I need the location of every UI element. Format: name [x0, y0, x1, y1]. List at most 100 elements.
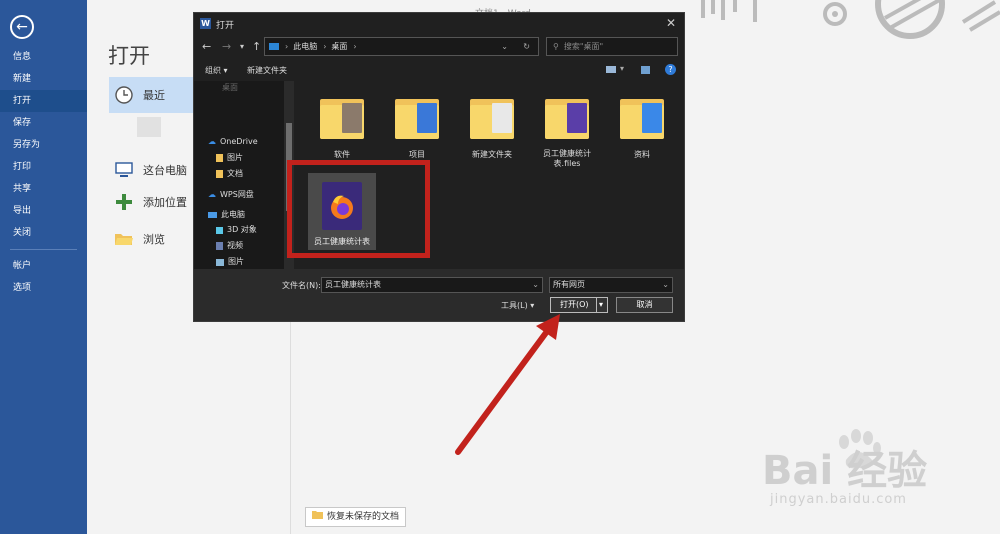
- nav-item-documents[interactable]: 文档: [216, 167, 243, 181]
- organize-label: 组织: [205, 66, 221, 75]
- word-app-icon: W: [200, 18, 211, 29]
- nav-item-this-pc[interactable]: 此电脑: [208, 208, 245, 222]
- nav-label: 文档: [227, 169, 243, 178]
- location-this-pc[interactable]: 这台电脑: [109, 152, 194, 188]
- filetype-select[interactable]: 所有网页 ⌄: [549, 277, 673, 293]
- dialog-titlebar: W 打开 ✕: [194, 13, 684, 35]
- cancel-button[interactable]: 取消: [616, 297, 673, 313]
- nav-item-pictures[interactable]: 图片: [216, 151, 243, 165]
- chevron-down-icon[interactable]: ⌄: [532, 278, 539, 292]
- close-icon[interactable]: ✕: [666, 16, 676, 30]
- file-item-files-folder[interactable]: 员工健康统计表.files: [532, 93, 602, 169]
- back-arrow-icon[interactable]: ←: [10, 15, 34, 39]
- chevron-down-icon[interactable]: ⌄: [501, 42, 508, 51]
- dialog-bottom-bar: 文件名(N): 员工健康统计表 ⌄ 所有网页 ⌄ 工具(L) ▾ 打开(O) ▾…: [194, 269, 684, 321]
- search-icon: ⚲: [553, 42, 559, 51]
- file-item-materials[interactable]: 资料: [607, 93, 677, 160]
- nav-label: 3D 对象: [227, 225, 257, 234]
- breadcrumb-this-pc[interactable]: 此电脑: [293, 41, 317, 52]
- decorative-pattern: [701, 0, 1000, 39]
- blurred-item: [137, 117, 161, 137]
- folder-open-icon: [113, 231, 135, 247]
- sidebar-item-close[interactable]: 关闭: [0, 222, 87, 244]
- nav-label: 图片: [227, 153, 243, 162]
- restore-unsaved-button[interactable]: 恢复未保存的文档: [305, 507, 407, 527]
- sidebar-item-new[interactable]: 新建: [0, 68, 87, 90]
- up-arrow-icon[interactable]: ↑: [252, 40, 261, 53]
- open-button[interactable]: 打开(O) ▾: [550, 297, 608, 313]
- location-add-place[interactable]: 添加位置: [109, 184, 194, 220]
- filename-value: 员工健康统计表: [325, 280, 381, 289]
- folder-icon: [216, 154, 223, 162]
- help-icon[interactable]: ?: [665, 64, 676, 75]
- sidebar-item-save-as[interactable]: 另存为: [0, 134, 87, 156]
- nav-label: OneDrive: [220, 137, 258, 146]
- chevron-down-icon[interactable]: ▾: [620, 64, 624, 73]
- cube-icon: [216, 226, 223, 234]
- tools-menu[interactable]: 工具(L) ▾: [501, 300, 534, 311]
- tools-label: 工具(L): [501, 301, 528, 310]
- folder-icon: [467, 93, 517, 143]
- file-label: 软件: [334, 150, 350, 159]
- sidebar-item-open[interactable]: 打开: [0, 90, 87, 112]
- location-recent[interactable]: 最近: [109, 77, 194, 113]
- file-label: 项目: [409, 150, 425, 159]
- forward-arrow-icon[interactable]: →: [222, 40, 231, 53]
- sidebar-item-options[interactable]: 选项: [0, 277, 87, 299]
- baidu-watermark: Bai 经验 jingyan.baidu.com: [762, 428, 992, 528]
- sidebar-item-print[interactable]: 打印: [0, 156, 87, 178]
- folder-icon: [542, 93, 592, 143]
- filename-input[interactable]: 员工健康统计表 ⌄: [321, 277, 543, 293]
- sidebar-item-share[interactable]: 共享: [0, 178, 87, 200]
- location-browse[interactable]: 浏览: [109, 221, 194, 257]
- page-title: 打开: [108, 44, 150, 68]
- location-browse-label: 浏览: [143, 233, 165, 246]
- back-arrow-icon[interactable]: ←: [202, 40, 211, 53]
- folder-icon: [317, 93, 367, 143]
- backstage-sidebar: ← 信息 新建 打开 保存 另存为 打印 共享 导出 关闭 帐户 选项: [0, 0, 87, 534]
- chevron-down-icon[interactable]: ▾: [599, 298, 603, 312]
- chevron-down-icon[interactable]: ⌄: [662, 278, 669, 292]
- sidebar-item-export[interactable]: 导出: [0, 200, 87, 222]
- dialog-title: 打开: [216, 21, 235, 31]
- nav-label: WPS网盘: [220, 190, 254, 199]
- split-divider: [596, 298, 597, 312]
- pc-icon: [269, 43, 279, 50]
- restore-unsaved-label: 恢复未保存的文档: [327, 512, 400, 522]
- new-folder-button[interactable]: 新建文件夹: [247, 65, 287, 76]
- nav-item-pictures-2[interactable]: 图片: [216, 255, 244, 269]
- nav-item-wps[interactable]: ☁ WPS网盘: [208, 188, 254, 202]
- nav-label: 此电脑: [221, 210, 245, 219]
- open-button-label: 打开(O): [560, 300, 589, 309]
- nav-item-3d-objects[interactable]: 3D 对象: [216, 223, 257, 237]
- address-bar[interactable]: › 此电脑 › 桌面 › ⌄ ↻: [264, 37, 539, 56]
- folder-icon: [392, 93, 442, 143]
- sidebar-item-account[interactable]: 帐户: [0, 255, 87, 277]
- sidebar-item-info[interactable]: 信息: [0, 46, 87, 68]
- watermark-sub: jingyan.baidu.com: [770, 492, 907, 507]
- location-this-pc-label: 这台电脑: [143, 164, 187, 177]
- nav-item-videos[interactable]: 视频: [216, 239, 243, 253]
- breadcrumb-desktop[interactable]: 桌面: [331, 41, 347, 52]
- file-item-software[interactable]: 软件: [307, 93, 377, 160]
- recent-dropdown-icon[interactable]: ▾: [240, 42, 244, 51]
- view-options-icon[interactable]: [606, 66, 616, 73]
- open-file-dialog: W 打开 ✕ ← → ▾ ↑ › 此电脑 › 桌面 › ⌄ ↻ ⚲ 搜索"桌面"…: [193, 12, 685, 322]
- filename-label: 文件名(N):: [282, 281, 321, 290]
- file-item-project[interactable]: 项目: [382, 93, 452, 160]
- organize-button[interactable]: 组织 ▾: [205, 65, 228, 76]
- filetype-value: 所有网页: [553, 280, 585, 289]
- sidebar-item-save[interactable]: 保存: [0, 112, 87, 134]
- clock-icon: [113, 85, 135, 105]
- nav-item-onedrive[interactable]: ☁ OneDrive: [208, 135, 258, 149]
- computer-icon: [208, 212, 217, 218]
- file-label: 员工健康统计表.files: [543, 149, 591, 168]
- refresh-icon[interactable]: ↻: [523, 42, 530, 51]
- divider-line: [290, 320, 291, 534]
- file-item-new-folder[interactable]: 新建文件夹: [457, 93, 527, 160]
- dialog-nav-row: ← → ▾ ↑ › 此电脑 › 桌面 › ⌄ ↻ ⚲ 搜索"桌面": [194, 35, 684, 59]
- breadcrumb-separator: ›: [323, 42, 327, 51]
- breadcrumb-separator: ›: [353, 42, 357, 51]
- search-input[interactable]: ⚲ 搜索"桌面": [546, 37, 678, 56]
- preview-pane-icon[interactable]: [641, 66, 650, 74]
